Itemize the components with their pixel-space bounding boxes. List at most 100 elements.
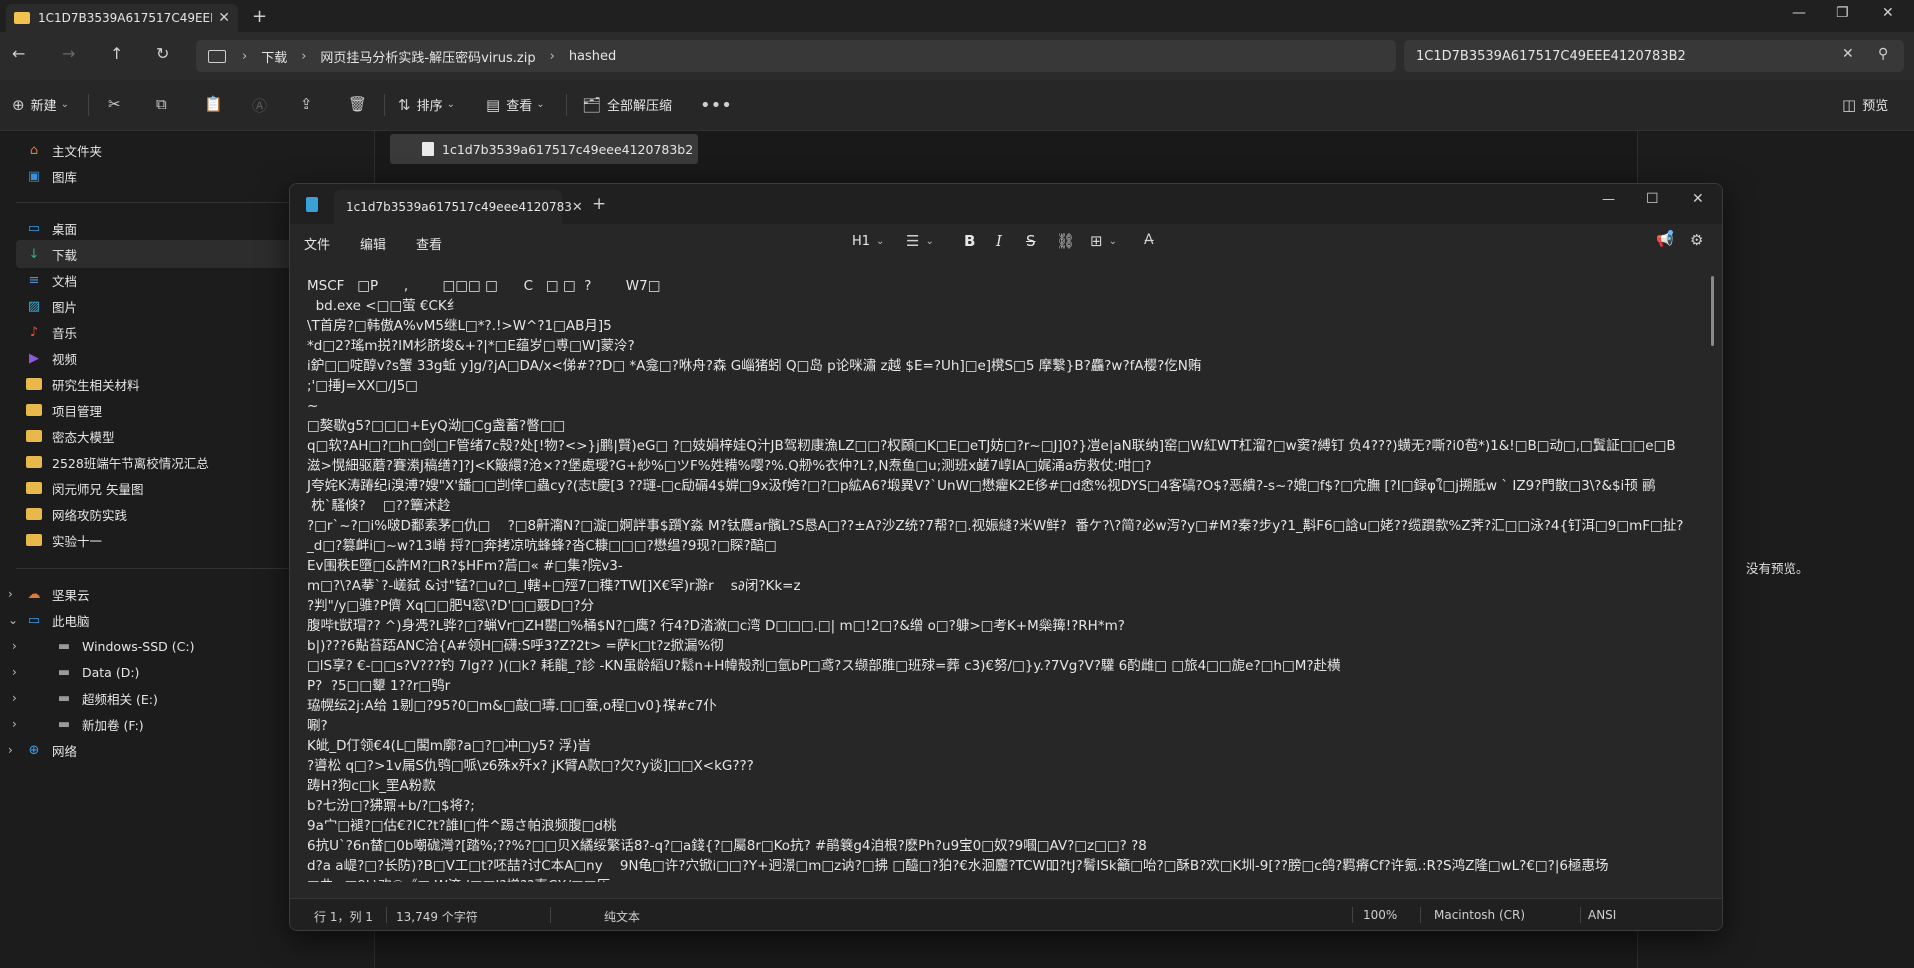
settings-gear-icon[interactable]: ⚙	[1690, 231, 1703, 249]
sidebar-item[interactable]: ⌂ 主文件夹	[26, 136, 366, 164]
notepad-tab[interactable]: 1c1d7b3539a617517c49eee4120783 ✕	[334, 190, 583, 224]
search-box[interactable]: 1C1D7B3539A617517C49EEE4120783B2	[1404, 40, 1904, 72]
maximize-icon[interactable]: ❐	[1836, 5, 1849, 21]
new-button[interactable]: ⊕ 新建 ⌄	[12, 95, 69, 115]
chevron-right-icon: ›	[242, 48, 248, 64]
maximize-icon[interactable]: ☐	[1646, 191, 1659, 207]
minimize-icon[interactable]: —	[1792, 5, 1806, 21]
share-button[interactable]: ⇪	[300, 95, 313, 113]
extract-icon: 🗂	[582, 95, 602, 114]
search-icon[interactable]: ⚲	[1878, 46, 1888, 62]
sidebar-item-label: 研究生相关材料	[52, 377, 140, 393]
view-label: 查看	[506, 99, 533, 114]
copy-button[interactable]: ⧉	[156, 95, 167, 113]
list-dropdown[interactable]: ☰ ⌄	[906, 232, 934, 250]
chevron-down-icon: ⌄	[876, 236, 885, 247]
heading-label: H1	[852, 234, 871, 249]
heading-dropdown[interactable]: H1 ⌄	[852, 234, 884, 249]
folder-icon	[26, 482, 42, 494]
table-dropdown[interactable]: ⊞ ⌄	[1090, 232, 1117, 250]
up-icon[interactable]: ↑	[110, 44, 123, 63]
explorer-titlebar	[0, 0, 1914, 32]
chevron-right-icon[interactable]: ›	[12, 639, 17, 653]
chevron-right-icon: ›	[549, 48, 555, 64]
sidebar-item-label: 视频	[52, 351, 78, 367]
copy-icon: ⧉	[156, 95, 167, 113]
close-tab-icon[interactable]: ✕	[218, 10, 230, 26]
chevron-right-icon[interactable]: ›	[12, 665, 17, 679]
cut-button[interactable]: ✂	[108, 95, 121, 113]
search-input[interactable]: 1C1D7B3539A617517C49EEE4120783B2	[1416, 49, 1686, 64]
close-window-icon[interactable]: ✕	[1882, 5, 1894, 21]
breadcrumb-item[interactable]: hashed	[569, 49, 616, 64]
divider	[386, 907, 387, 923]
chevron-down-icon[interactable]: ⌄	[8, 613, 18, 627]
folder-icon	[26, 430, 42, 442]
sidebar-item-label: Windows-SSD (C:)	[82, 638, 195, 654]
rename-button[interactable]: Ⓐ	[252, 95, 267, 116]
zoom-level[interactable]: 100%	[1363, 908, 1397, 922]
back-icon[interactable]: ←	[12, 44, 25, 63]
chevron-right-icon[interactable]: ›	[8, 587, 13, 601]
text-format[interactable]: 纯文本	[604, 908, 640, 925]
sort-label: 排序	[416, 99, 443, 114]
document-icon: ≡	[28, 272, 40, 288]
status-bar: 行 1，列 1 13,749 个字符 纯文本 100% Macintosh (C…	[290, 898, 1722, 930]
strikethrough-icon[interactable]: S	[1026, 232, 1036, 250]
paste-button[interactable]: 📋	[204, 95, 223, 113]
breadcrumb-item[interactable]: 网页挂马分析实践-解压密码virus.zip	[320, 47, 535, 66]
chevron-right-icon[interactable]: ›	[12, 691, 17, 705]
bold-icon[interactable]: B	[964, 232, 975, 250]
home-icon: ⌂	[29, 142, 39, 158]
address-bar[interactable]: › 下载 › 网页挂马分析实践-解压密码virus.zip › hashed	[196, 40, 1396, 72]
clear-formatting-icon[interactable]: A̶	[1144, 232, 1154, 248]
line-ending[interactable]: Macintosh (CR)	[1434, 908, 1525, 922]
preview-pane-icon: ◫	[1842, 95, 1857, 114]
chevron-right-icon[interactable]: ›	[12, 717, 17, 731]
sidebar-item-label: 图库	[52, 169, 78, 185]
folder-icon	[14, 12, 30, 24]
notepad-window: 1c1d7b3539a617517c49eee4120783 ✕ + — ☐ ✕…	[289, 183, 1723, 931]
file-item[interactable]: 1c1d7b3539a617517c49eee4120783b2	[390, 134, 698, 164]
folder-icon	[26, 508, 42, 520]
encoding[interactable]: ANSI	[1588, 908, 1616, 922]
minimize-icon[interactable]: —	[1602, 192, 1615, 207]
extract-all-button[interactable]: 🗂 全部解压缩	[582, 95, 672, 115]
new-tab-icon[interactable]: +	[252, 6, 267, 27]
drive-icon: ▬	[57, 664, 71, 680]
close-tab-icon[interactable]: ✕	[572, 200, 583, 215]
view-button[interactable]: ▤ 查看 ⌄	[486, 95, 545, 115]
forward-icon[interactable]: →	[62, 44, 75, 63]
close-window-icon[interactable]: ✕	[1692, 191, 1704, 207]
chevron-down-icon: ⌄	[60, 99, 69, 110]
menu-view[interactable]: 查看	[416, 234, 442, 253]
clear-search-icon[interactable]: ✕	[1842, 46, 1854, 62]
notepad-app-icon	[306, 197, 318, 212]
refresh-icon[interactable]: ↻	[156, 44, 169, 63]
drive-icon: ▬	[57, 638, 71, 654]
italic-icon[interactable]: I	[996, 232, 1002, 250]
drive-icon: ▬	[57, 690, 71, 706]
network-icon: ⊕	[28, 742, 40, 758]
preview-button[interactable]: ◫ 预览	[1842, 95, 1888, 115]
cursor-position[interactable]: 行 1，列 1	[314, 908, 373, 925]
sidebar-item-label: 音乐	[52, 325, 78, 341]
breadcrumb-item[interactable]: 下载	[261, 47, 287, 66]
link-icon[interactable]: ⛓	[1056, 232, 1075, 250]
vertical-scrollbar[interactable]	[1711, 276, 1714, 346]
text-editor[interactable]: MSCF □P , □□□ □ C □ □ ? W7□ bd.exe <□□萤 …	[290, 264, 1722, 882]
video-icon: ▶	[29, 350, 39, 366]
notification-dot	[1668, 230, 1673, 235]
menu-edit[interactable]: 编辑	[360, 234, 386, 253]
folder-icon	[26, 404, 42, 416]
sort-button[interactable]: ⇅ 排序 ⌄	[398, 95, 455, 115]
delete-button[interactable]: 🗑	[348, 95, 367, 113]
picture-icon: ▨	[27, 298, 41, 314]
divider	[88, 94, 89, 116]
more-options-button[interactable]: •••	[700, 95, 732, 116]
explorer-tab[interactable]: 1C1D7B3539A617517C49EEE41… ✕	[6, 4, 238, 32]
new-tab-icon[interactable]: +	[592, 194, 606, 214]
sidebar-item-label: 下载	[52, 247, 78, 263]
chevron-right-icon[interactable]: ›	[8, 743, 13, 757]
menu-file[interactable]: 文件	[304, 234, 330, 253]
